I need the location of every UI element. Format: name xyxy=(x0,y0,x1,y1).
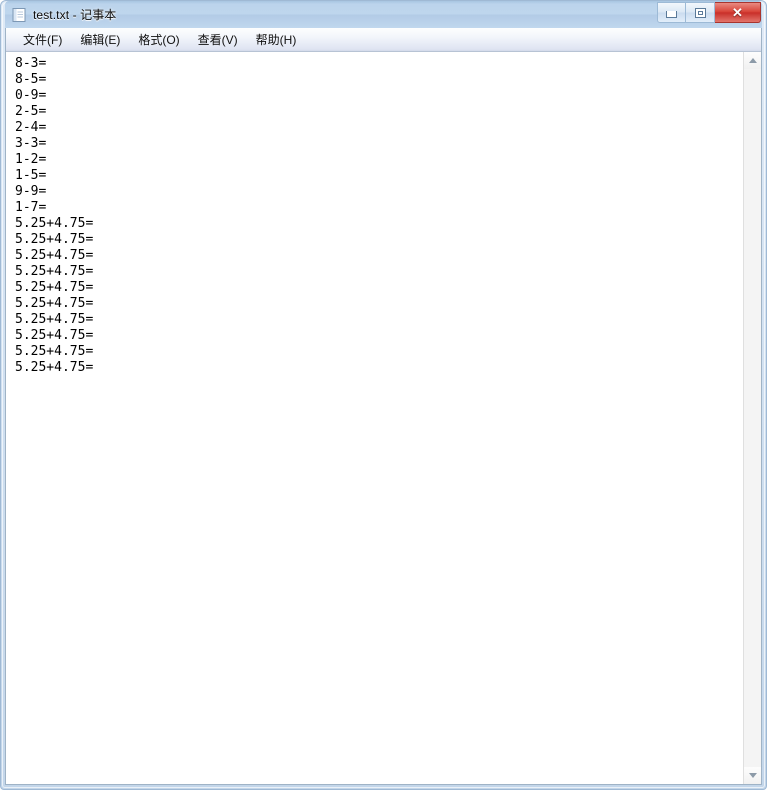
maximize-icon xyxy=(695,8,706,18)
text-editor[interactable]: 8-3= 8-5= 0-9= 2-5= 2-4= 3-3= 1-2= 1-5= … xyxy=(6,52,743,784)
arrow-down-icon xyxy=(749,773,757,778)
text-line: 3-3= xyxy=(15,136,743,152)
close-button[interactable]: ✕ xyxy=(715,2,761,23)
client-area: 文件(F) 编辑(E) 格式(O) 查看(V) 帮助(H) 8-3= 8-5= … xyxy=(5,28,762,785)
text-line: 5.25+4.75= xyxy=(15,248,743,264)
text-line: 1-7= xyxy=(15,200,743,216)
close-icon: ✕ xyxy=(732,6,743,19)
text-line: 1-5= xyxy=(15,168,743,184)
text-line: 8-3= xyxy=(15,56,743,72)
text-line: 5.25+4.75= xyxy=(15,344,743,360)
text-line: 5.25+4.75= xyxy=(15,312,743,328)
menu-item-format[interactable]: 格式(O) xyxy=(129,29,188,50)
maximize-button[interactable] xyxy=(686,2,715,23)
arrow-up-icon xyxy=(749,58,757,63)
menu-item-file[interactable]: 文件(F) xyxy=(14,29,71,50)
edit-row: 8-3= 8-5= 0-9= 2-5= 2-4= 3-3= 1-2= 1-5= … xyxy=(6,52,761,784)
text-line: 5.25+4.75= xyxy=(15,328,743,344)
text-line: 5.25+4.75= xyxy=(15,232,743,248)
scroll-down-button[interactable] xyxy=(744,767,761,784)
minimize-button[interactable] xyxy=(657,2,686,23)
minimize-icon xyxy=(666,11,677,18)
text-line: 1-2= xyxy=(15,152,743,168)
text-line: 5.25+4.75= xyxy=(15,296,743,312)
text-line: 0-9= xyxy=(15,88,743,104)
menu-item-edit[interactable]: 编辑(E) xyxy=(71,29,129,50)
text-line: 5.25+4.75= xyxy=(15,264,743,280)
text-line: 5.25+4.75= xyxy=(15,216,743,232)
notepad-window: test.txt - 记事本 ✕ 文件(F) 编辑(E) 格式(O) 查看(V)… xyxy=(0,0,767,790)
text-line: 8-5= xyxy=(15,72,743,88)
menu-bar: 文件(F) 编辑(E) 格式(O) 查看(V) 帮助(H) xyxy=(6,28,761,52)
text-line: 9-9= xyxy=(15,184,743,200)
scroll-up-button[interactable] xyxy=(744,52,761,69)
text-line: 5.25+4.75= xyxy=(15,280,743,296)
title-bar[interactable]: test.txt - 记事本 ✕ xyxy=(5,1,762,28)
text-line: 2-5= xyxy=(15,104,743,120)
menu-item-view[interactable]: 查看(V) xyxy=(189,29,247,50)
vertical-scrollbar[interactable] xyxy=(743,52,761,784)
window-title: test.txt - 记事本 xyxy=(33,6,116,23)
menu-item-help[interactable]: 帮助(H) xyxy=(247,29,306,50)
scrollbar-track[interactable] xyxy=(744,69,761,767)
window-controls: ✕ xyxy=(657,2,761,23)
text-line: 2-4= xyxy=(15,120,743,136)
notepad-icon xyxy=(11,7,27,23)
text-line: 5.25+4.75= xyxy=(15,360,743,376)
